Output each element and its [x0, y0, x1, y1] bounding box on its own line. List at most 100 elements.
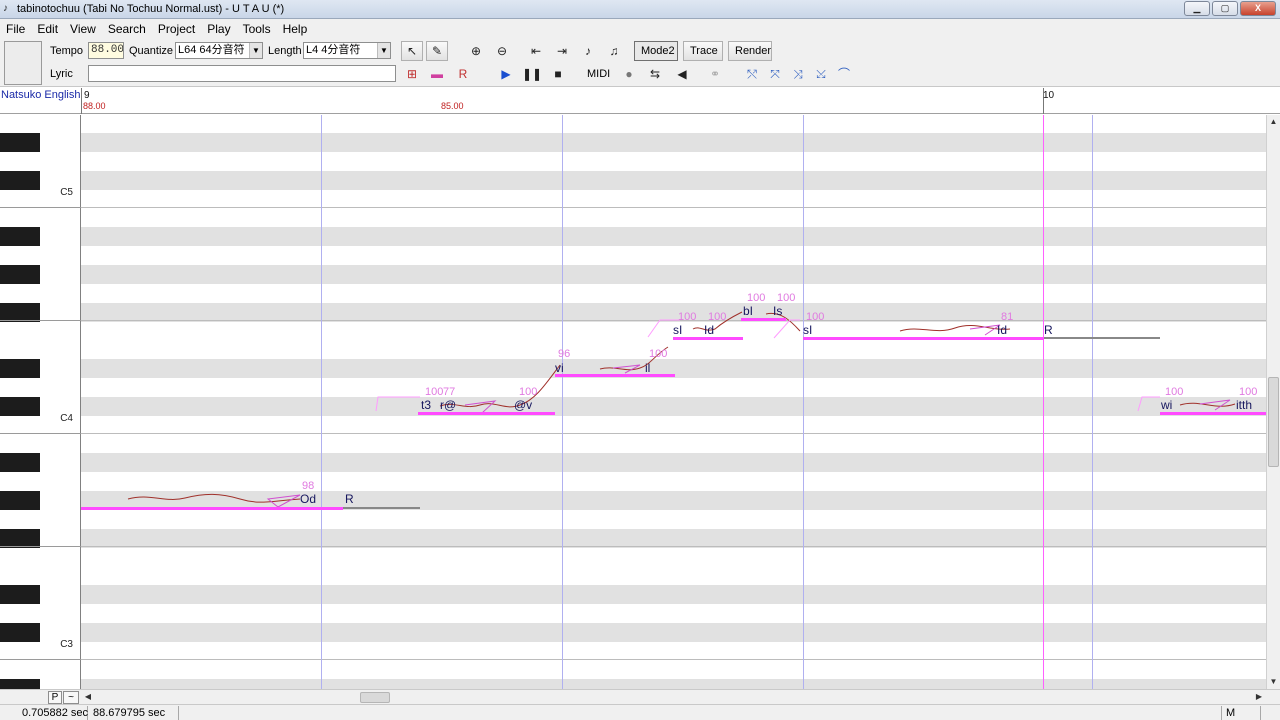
scroll-up-icon[interactable]: ▲ [1267, 115, 1280, 129]
render-button[interactable]: Render [728, 41, 772, 61]
singer-name[interactable]: Natsuko English [1, 89, 81, 101]
black-key[interactable] [0, 679, 40, 689]
note-lyric[interactable]: itth [1236, 398, 1252, 412]
menu-view[interactable]: View [64, 19, 102, 39]
scroll-right-icon[interactable]: ▶ [1252, 690, 1266, 704]
status-mode: M [1221, 706, 1261, 720]
note-left-icon[interactable]: ♪ [577, 41, 599, 61]
note-bar[interactable] [673, 337, 743, 340]
scroll-left-icon[interactable]: ◀ [81, 690, 95, 704]
note-lyric[interactable]: t3 [421, 398, 431, 412]
note-lyric[interactable]: sI [673, 323, 682, 337]
pointer-icon[interactable]: ↖ [401, 41, 423, 61]
lyric-input[interactable] [88, 65, 396, 82]
black-key[interactable] [0, 171, 40, 190]
tempo-input[interactable]: 88.00 [88, 42, 124, 59]
menu-search[interactable]: Search [102, 19, 152, 39]
loop-icon[interactable]: ⇆ [644, 64, 666, 84]
horizontal-scrollbar[interactable]: P ~ ◀ ▶ [0, 689, 1280, 704]
length-select[interactable]: L4 4分音符 ▼ [303, 42, 391, 59]
play-icon[interactable]: ▶ [495, 64, 517, 84]
menu-tools[interactable]: Tools [237, 19, 277, 39]
speaker-icon[interactable]: ◀ [671, 64, 693, 84]
vertical-scroll-thumb[interactable] [1268, 377, 1279, 467]
note-lyric[interactable]: Id [997, 323, 1007, 337]
note-lyric[interactable]: R [345, 492, 354, 506]
black-key[interactable] [0, 133, 40, 152]
minimize-button[interactable]: ▁ [1184, 1, 1210, 16]
delete-note-icon[interactable]: ▬ [426, 64, 448, 84]
envelope-e-icon[interactable]: ⌒ [833, 64, 855, 84]
rest-bar[interactable] [1044, 337, 1160, 339]
menu-project[interactable]: Project [152, 19, 201, 39]
rest-icon[interactable]: R [452, 64, 474, 84]
envelope-c-icon[interactable]: ⤨ [787, 64, 809, 84]
note-lyric[interactable]: Od [300, 492, 316, 506]
note-lyric[interactable]: R [1044, 323, 1053, 337]
black-key[interactable] [0, 359, 40, 378]
tempo-marker[interactable]: 85.00 [441, 101, 464, 111]
scroll-down-icon[interactable]: ▼ [1267, 675, 1280, 689]
trace-button[interactable]: Trace [683, 41, 723, 61]
note-bar[interactable] [81, 507, 343, 510]
note-lyric[interactable]: il [645, 361, 650, 375]
note-lyric[interactable]: r@ [440, 398, 456, 412]
jump-start-icon[interactable]: ⇤ [525, 41, 547, 61]
pitch-mode-button[interactable]: P [48, 691, 62, 704]
black-key[interactable] [0, 491, 40, 510]
horizontal-scroll-thumb[interactable] [360, 692, 390, 703]
metronome-icon[interactable]: ⚭ [704, 64, 726, 84]
menu-edit[interactable]: Edit [31, 19, 64, 39]
maximize-button[interactable]: ▢ [1212, 1, 1238, 16]
piano-roll[interactable]: C5 C4 C3 98 Od R 100 t3 77 r@ 100 @v 96 … [0, 115, 1266, 689]
insert-note-icon[interactable]: ⊞ [401, 64, 423, 84]
velocity-label: 100 [708, 311, 727, 323]
black-key[interactable] [0, 623, 40, 642]
note-bar[interactable] [555, 374, 675, 377]
note-bar[interactable] [1160, 412, 1266, 415]
note-lyric[interactable]: Is [773, 304, 782, 318]
envelope-d-icon[interactable]: ⤩ [810, 64, 832, 84]
piano-keyboard[interactable]: C5 C4 C3 [0, 115, 81, 689]
note-lyric[interactable]: @v [514, 398, 532, 412]
menu-help[interactable]: Help [277, 19, 314, 39]
black-key[interactable] [0, 227, 40, 246]
note-lyric[interactable]: Id [704, 323, 714, 337]
rest-bar[interactable] [343, 507, 420, 509]
stop-icon[interactable]: ■ [547, 64, 569, 84]
quantize-select[interactable]: L64 64分音符 ▼ [175, 42, 263, 59]
envelope-b-icon[interactable]: ⤧ [764, 64, 786, 84]
black-key[interactable] [0, 585, 40, 604]
note-lyric[interactable]: sI [803, 323, 812, 337]
note-lyric[interactable]: bI [743, 304, 753, 318]
note-right-icon[interactable]: ♫ [603, 41, 625, 61]
midi-label[interactable]: MIDI [587, 64, 610, 84]
mode2-button[interactable]: Mode2 [634, 41, 678, 61]
velocity-label: 100 [747, 292, 766, 304]
octave-label-c5: C5 [60, 187, 73, 198]
pencil-icon[interactable]: ✎ [426, 41, 448, 61]
note-bar[interactable] [418, 412, 555, 415]
track-ruler[interactable]: Natsuko English 9 88.00 85.00 10 [0, 88, 1280, 114]
wave-icon[interactable]: ~ [63, 691, 79, 704]
vertical-scrollbar[interactable]: ▲ ▼ [1266, 115, 1280, 689]
zoom-in-icon[interactable]: ⊕ [465, 41, 487, 61]
black-key[interactable] [0, 265, 40, 284]
note-bar[interactable] [741, 318, 786, 321]
close-button[interactable]: X [1240, 1, 1276, 16]
note-lyric[interactable]: vi [555, 361, 564, 375]
black-key[interactable] [0, 453, 40, 472]
envelope-a-icon[interactable]: ⤲ [741, 64, 763, 84]
note-bar[interactable] [803, 337, 1044, 340]
black-key[interactable] [0, 397, 40, 416]
note-lyric[interactable]: wi [1161, 398, 1172, 412]
record-icon[interactable]: ● [618, 64, 640, 84]
pause-icon[interactable]: ❚❚ [521, 64, 543, 84]
zoom-out-icon[interactable]: ⊖ [491, 41, 513, 61]
black-key-lane [81, 171, 1266, 190]
black-key-lane [81, 585, 1266, 604]
menu-file[interactable]: File [0, 19, 31, 39]
jump-end-icon[interactable]: ⇥ [551, 41, 573, 61]
menu-play[interactable]: Play [201, 19, 236, 39]
tempo-marker[interactable]: 88.00 [83, 101, 106, 111]
